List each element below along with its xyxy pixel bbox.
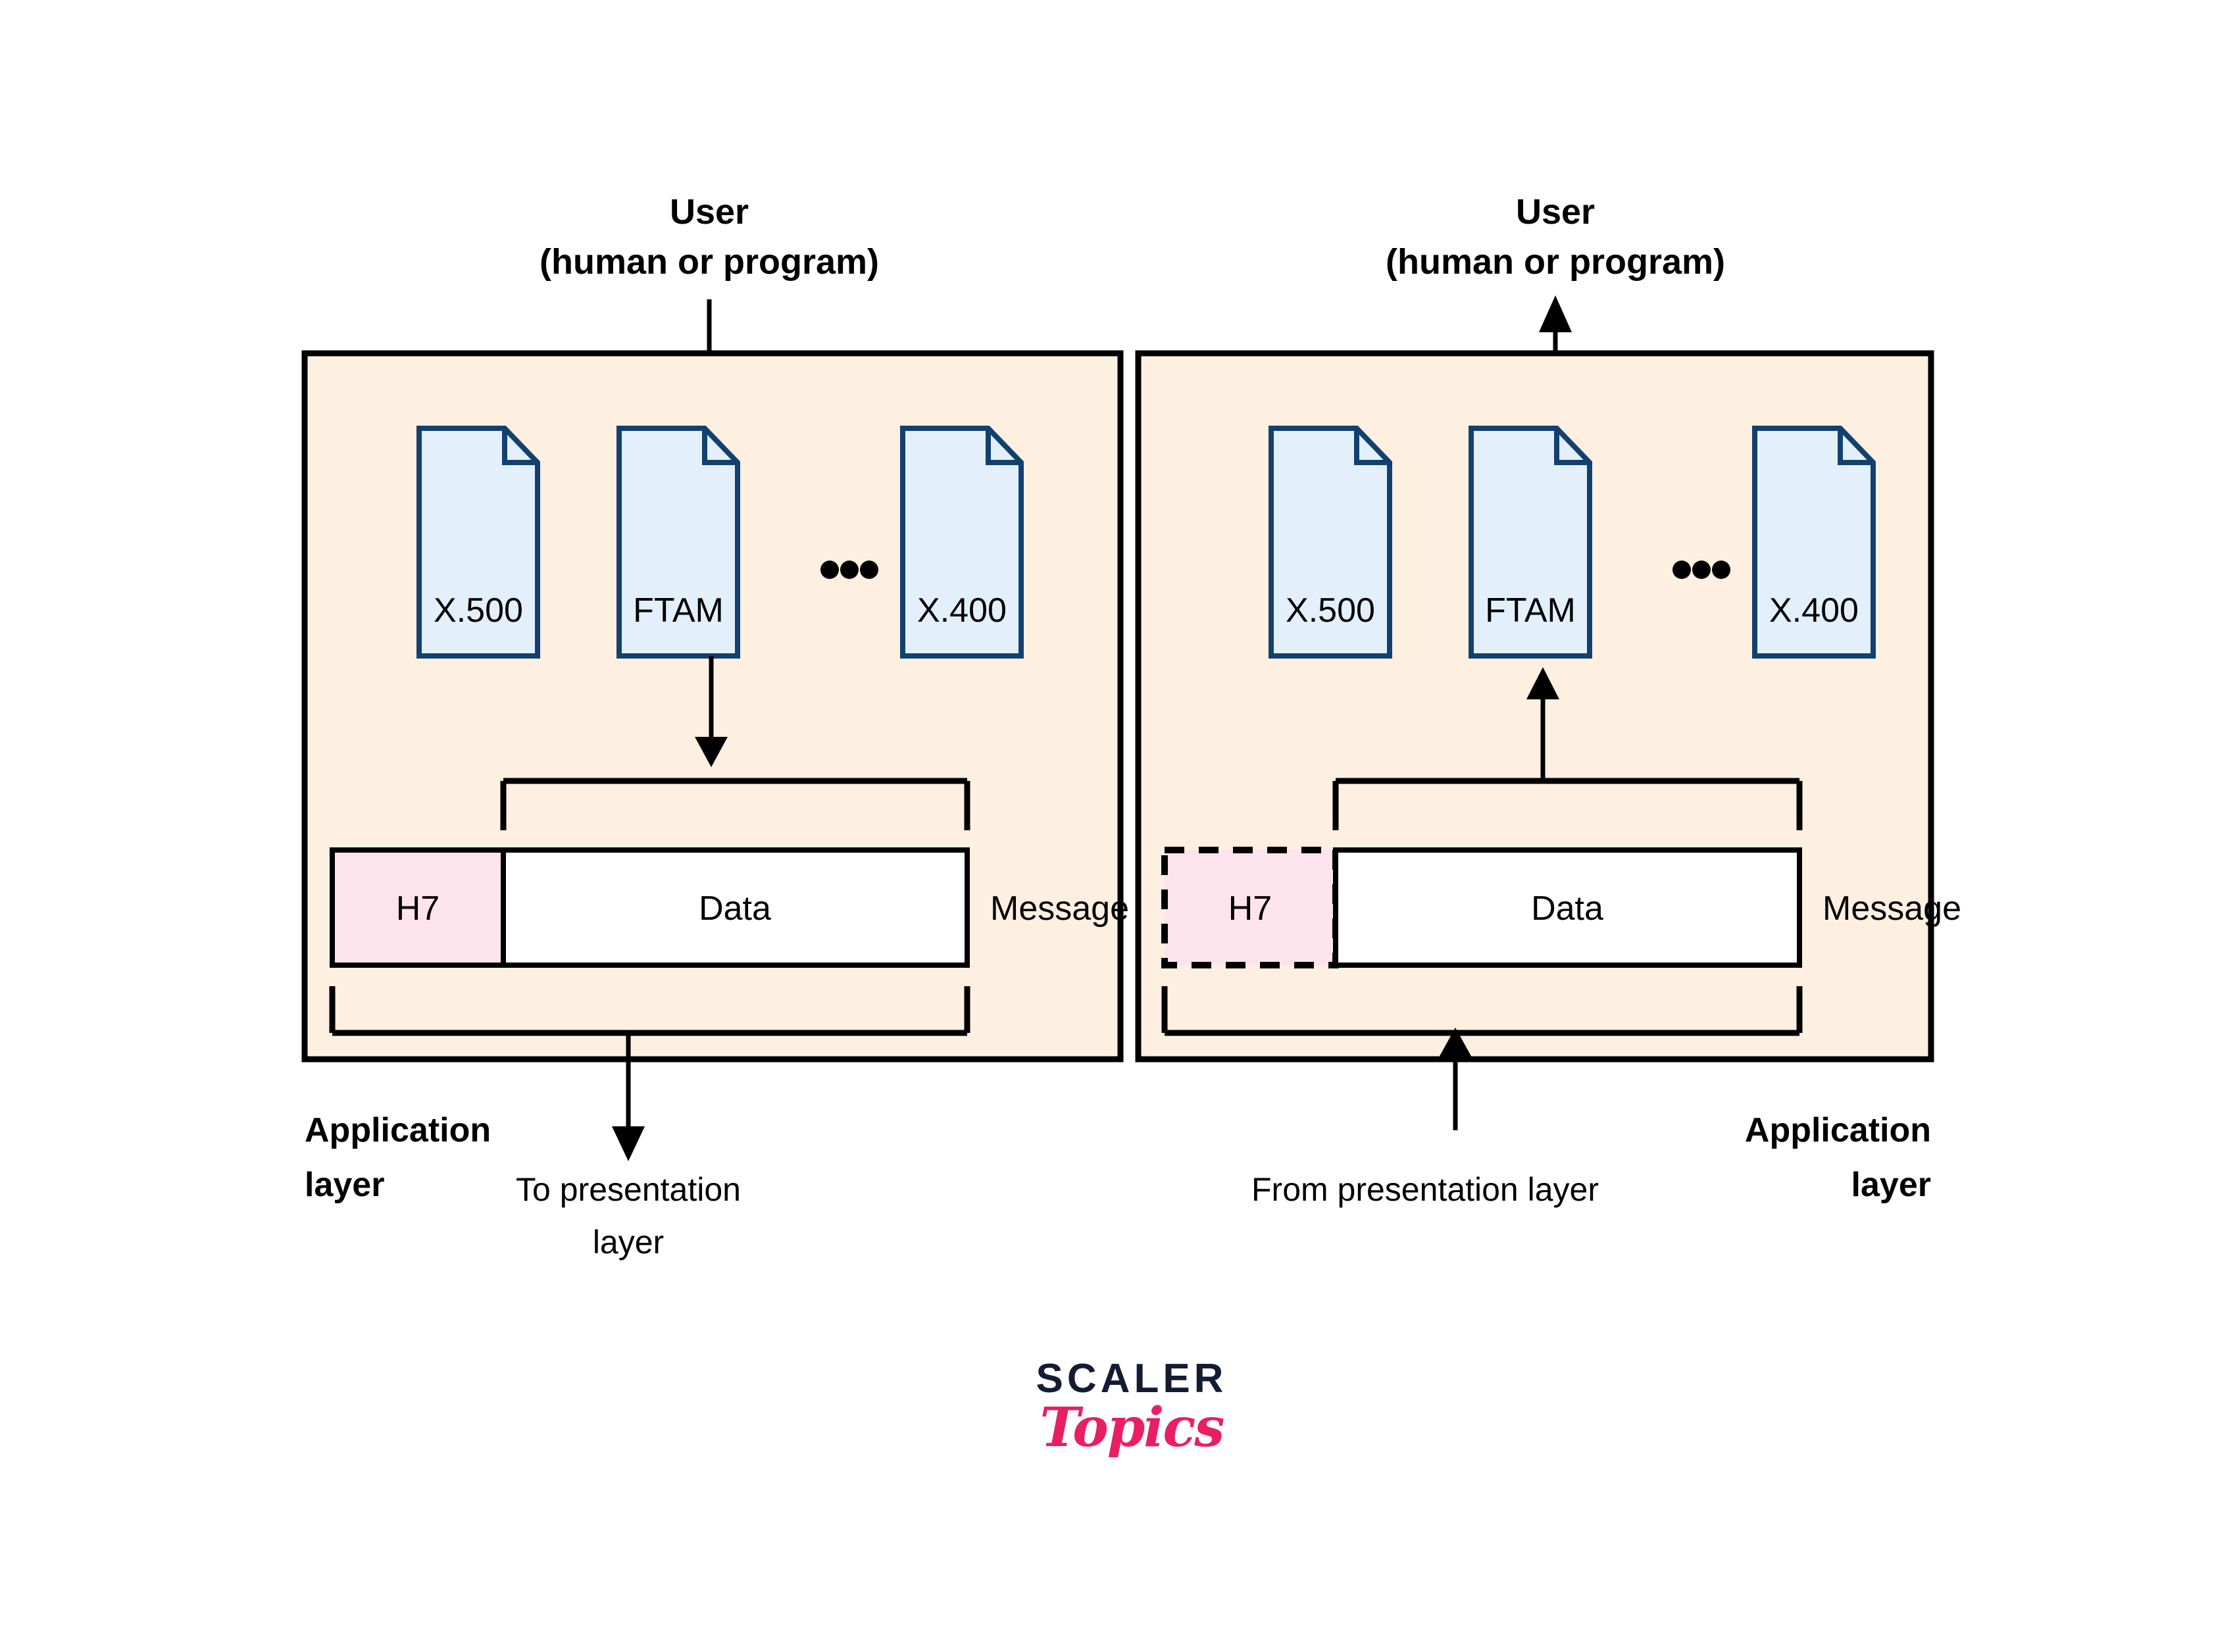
logo-primary-text: SCALER	[1036, 1356, 1228, 1401]
left-document-label-x500: X.500	[434, 591, 523, 630]
right-document-label-x400: X.400	[1769, 591, 1859, 630]
left-user-label-line1: User	[670, 192, 749, 232]
left-message-data-label: Data	[699, 889, 771, 928]
left-layer-label-line2: layer	[305, 1166, 384, 1204]
left-ellipsis-icon	[820, 561, 878, 579]
left-user-label-line2: (human or program)	[540, 242, 879, 282]
scaler-topics-logo: SCALER Topics	[1000, 1359, 1263, 1455]
right-message-data-label: Data	[1531, 889, 1603, 928]
right-message-header-label: H7	[1228, 889, 1272, 928]
right-document-label-ftam: FTAM	[1485, 591, 1576, 630]
right-user-label-line2: (human or program)	[1386, 242, 1725, 282]
left-flow-note-line1: To presentation	[516, 1171, 741, 1208]
left-document-label-ftam: FTAM	[633, 591, 724, 630]
left-document-label-x400: X.400	[917, 591, 1007, 630]
right-layer-label-line2: layer	[1851, 1166, 1931, 1204]
right-user-label-line1: User	[1516, 192, 1595, 232]
right-document-label-x500: X.500	[1286, 591, 1375, 630]
left-message-caption: Message	[990, 889, 1129, 928]
right-ellipsis-icon	[1672, 561, 1730, 579]
left-layer-label-line1: Application	[305, 1111, 491, 1149]
right-flow-note-line1: From presentation layer	[1251, 1171, 1599, 1208]
right-panel-group: User (human or program) X.500 FTAM X.400…	[1135, 192, 1961, 1208]
logo-secondary-text: Topics	[1040, 1396, 1225, 1459]
left-message-header-label: H7	[396, 889, 440, 928]
left-panel-group: User (human or program) X.500 FTAM X.400…	[301, 192, 1129, 1261]
diagram-canvas: User (human or program) X.500 FTAM X.400…	[0, 0, 2237, 1652]
left-flow-note-line2: layer	[593, 1224, 664, 1261]
right-layer-label-line1: Application	[1745, 1111, 1931, 1149]
right-message-caption: Message	[1822, 889, 1961, 928]
